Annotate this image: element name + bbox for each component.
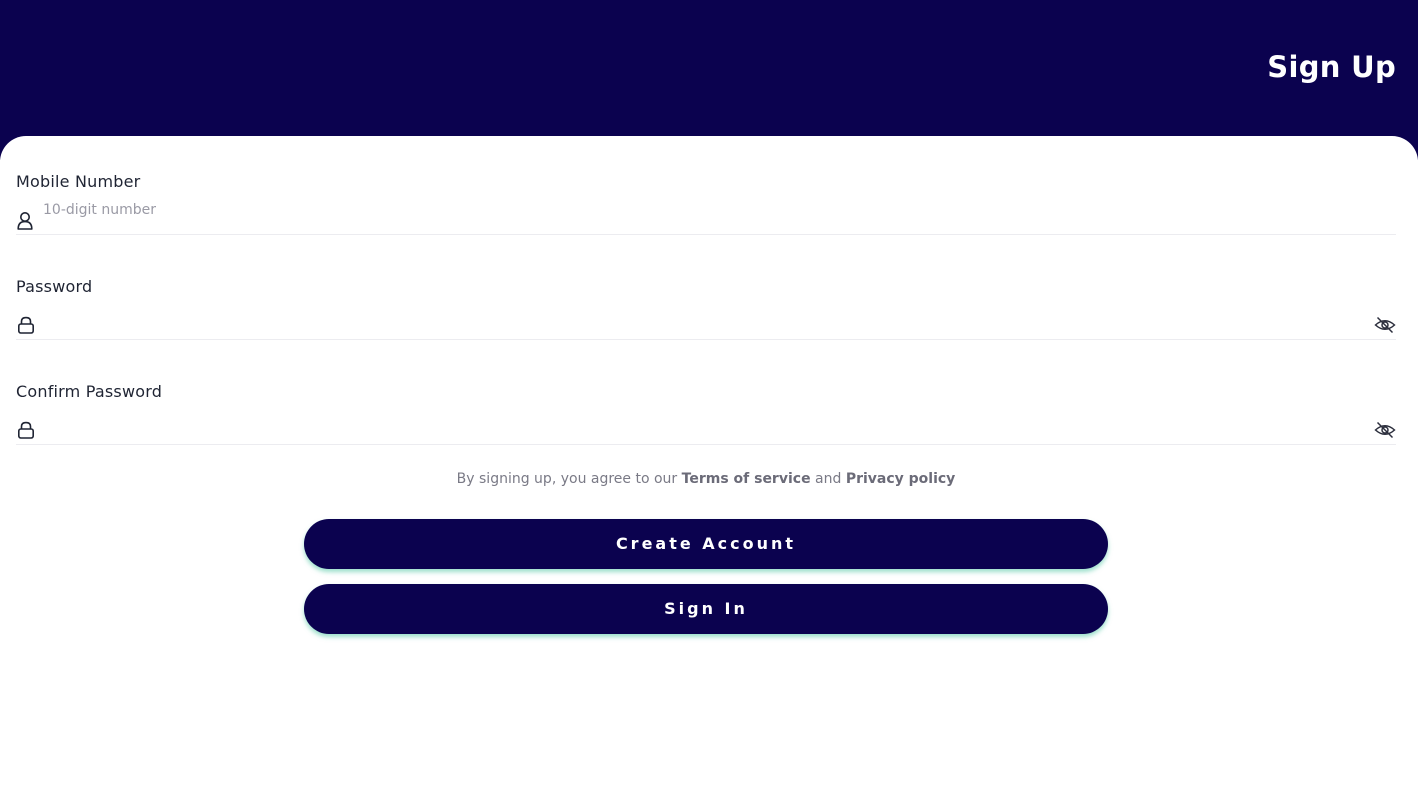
password-row [16,305,1396,340]
terms-of-service-link[interactable]: Terms of service [682,471,811,487]
password-field: Password [16,277,1396,382]
page-title: Sign Up [1267,50,1396,84]
confirm-password-label: Confirm Password [16,382,163,401]
signup-form: Mobile Number Password [0,136,1418,794]
confirm-password-row [16,410,1396,445]
terms-prefix: By signing up, you agree to our [456,471,682,487]
eye-off-icon[interactable] [1374,420,1396,440]
password-input[interactable] [43,313,1363,333]
terms-conjunction: and [810,471,846,487]
terms-notice: By signing up, you agree to our Terms of… [0,471,1412,487]
create-account-button[interactable]: Create Account [304,519,1108,569]
mobile-label: Mobile Number [16,172,141,191]
eye-off-icon[interactable] [1374,315,1396,335]
privacy-policy-link[interactable]: Privacy policy [846,471,956,487]
password-label: Password [16,277,93,296]
lock-icon [16,420,36,440]
mobile-field: Mobile Number [16,172,1396,277]
confirm-password-input[interactable] [43,418,1363,438]
lock-icon [16,315,36,335]
user-icon [16,210,36,230]
mobile-row [16,200,1396,235]
mobile-input[interactable] [43,200,1363,220]
sign-in-button[interactable]: Sign In [304,584,1108,634]
